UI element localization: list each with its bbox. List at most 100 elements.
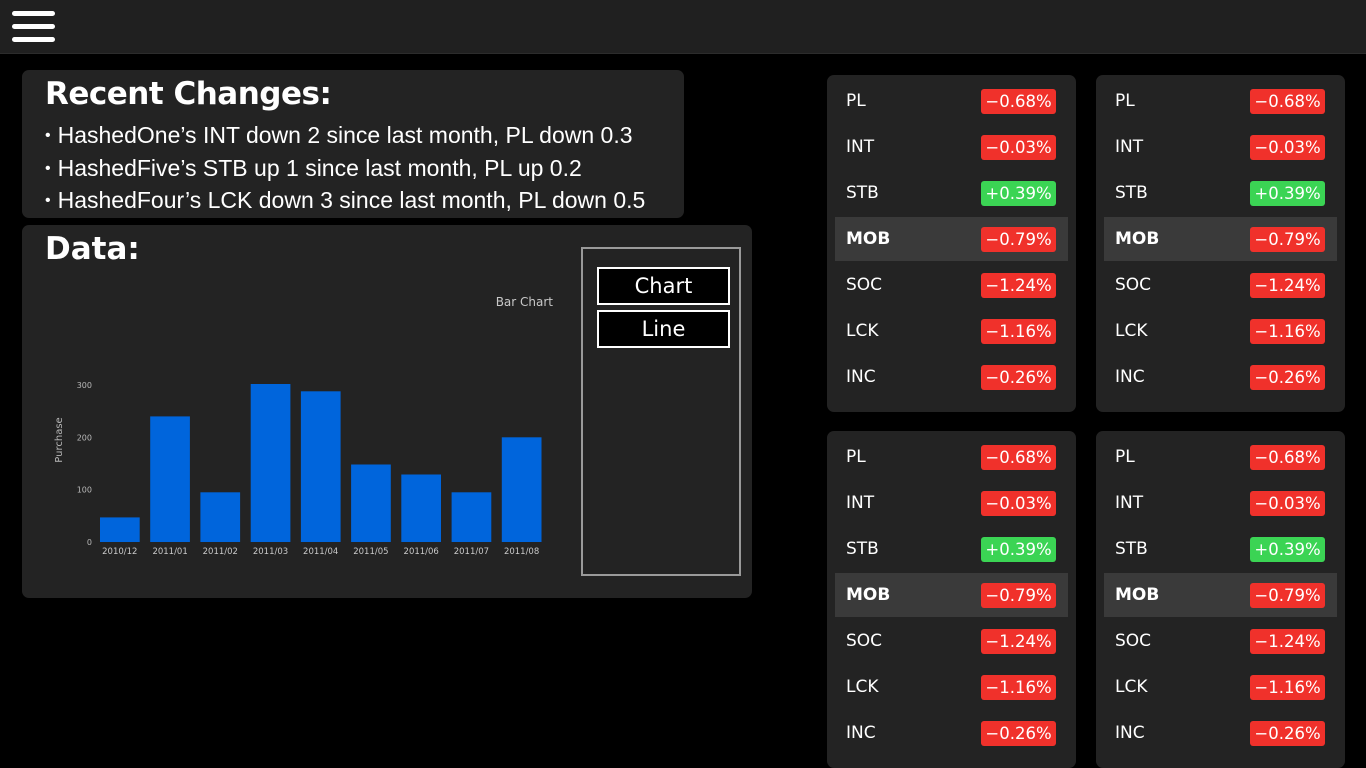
- change-badge: −0.03%: [1250, 135, 1325, 160]
- stat-label: SOC: [846, 275, 883, 295]
- change-badge: −0.68%: [1250, 445, 1325, 470]
- stat-label: STB: [846, 539, 879, 559]
- recent-change-item: HashedFive’s STB up 1 since last month, …: [45, 154, 645, 187]
- stat-row-inc[interactable]: INC −0.26%: [835, 355, 1068, 399]
- bar-2011-05: [351, 464, 391, 542]
- stat-label: INT: [1115, 493, 1144, 513]
- bar-2011-03: [250, 384, 291, 542]
- stat-card: PL −0.68% INT −0.03% STB +0.39% MOB −0.79% SOC −1…: [1096, 431, 1345, 768]
- stat-row-lck[interactable]: LCK −1.16%: [1104, 665, 1337, 709]
- stat-label: INC: [1115, 367, 1145, 387]
- recent-changes-list: HashedOne’s INT down 2 since last month,…: [45, 121, 646, 219]
- y-ticks-group: 0 100 200 300: [77, 381, 92, 547]
- stat-label: LCK: [1115, 677, 1148, 697]
- bar-chart: Bar Chart Purchase 0100200300 2010/12 201…: [54, 295, 554, 557]
- change-badge: −0.03%: [981, 135, 1056, 160]
- bar-2010-12: [100, 517, 140, 542]
- change-badge: −0.68%: [981, 89, 1056, 114]
- stat-row-stb[interactable]: STB +0.39%: [835, 527, 1068, 571]
- hamburger-menu-icon[interactable]: [12, 10, 55, 43]
- stat-label: SOC: [1115, 631, 1152, 651]
- change-badge: −1.16%: [981, 319, 1056, 344]
- chart-type-selector: Chart Line: [581, 247, 741, 576]
- stat-row-mob[interactable]: MOB −0.79%: [835, 217, 1068, 261]
- x-tick-label: 2011/05: [353, 547, 388, 557]
- stat-row-int[interactable]: INT −0.03%: [1104, 125, 1337, 169]
- stat-label: SOC: [1115, 275, 1152, 295]
- change-badge: −0.03%: [981, 491, 1056, 516]
- stat-row-soc[interactable]: SOC −1.24%: [835, 619, 1068, 663]
- change-badge: −1.24%: [981, 629, 1056, 654]
- bar-2011-07: [451, 492, 492, 542]
- x-tick-label: 2011/03: [253, 547, 288, 557]
- change-badge: −0.68%: [1250, 89, 1325, 114]
- stat-label: SOC: [846, 631, 883, 651]
- recent-changes-panel: Recent Changes: HashedOne’s INT down 2 s…: [22, 70, 684, 218]
- stat-label: PL: [846, 447, 866, 467]
- stat-row-lck[interactable]: LCK −1.16%: [835, 665, 1068, 709]
- x-tick-label: 2011/06: [404, 547, 439, 557]
- line-button[interactable]: Line: [597, 310, 730, 348]
- change-badge: −0.79%: [981, 583, 1056, 608]
- stat-row-lck[interactable]: LCK −1.16%: [835, 309, 1068, 353]
- chart-button[interactable]: Chart: [597, 267, 730, 305]
- stat-row-inc[interactable]: INC −0.26%: [835, 711, 1068, 755]
- change-badge: +0.39%: [1250, 181, 1325, 206]
- stat-row-soc[interactable]: SOC −1.24%: [835, 263, 1068, 307]
- stat-card: PL −0.68% INT −0.03% STB +0.39% MOB −0.79% SOC −1…: [1096, 75, 1345, 412]
- stat-label: STB: [1115, 183, 1148, 203]
- stat-row-pl[interactable]: PL −0.68%: [1104, 435, 1337, 479]
- y-tick-label: 0: [87, 538, 92, 547]
- stat-row-int[interactable]: INT −0.03%: [1104, 481, 1337, 525]
- stat-row-mob[interactable]: MOB −0.79%: [835, 573, 1068, 617]
- bars-group: [100, 384, 542, 542]
- stat-label: MOB: [1115, 229, 1160, 249]
- stat-label: LCK: [1115, 321, 1148, 341]
- hamburger-line: [12, 24, 55, 29]
- stat-row-pl[interactable]: PL −0.68%: [1104, 79, 1337, 123]
- x-tick-label: 2010/12: [102, 547, 137, 557]
- stat-row-inc[interactable]: INC −0.26%: [1104, 355, 1337, 399]
- stat-row-stb[interactable]: STB +0.39%: [835, 171, 1068, 215]
- chart-title: Bar Chart: [496, 295, 554, 309]
- stat-label: INC: [846, 367, 876, 387]
- stat-row-stb[interactable]: STB +0.39%: [1104, 527, 1337, 571]
- bar-2011-06: [401, 474, 441, 542]
- change-badge: −0.68%: [981, 445, 1056, 470]
- stat-label: STB: [1115, 539, 1148, 559]
- stat-row-soc[interactable]: SOC −1.24%: [1104, 619, 1337, 663]
- stat-row-pl[interactable]: PL −0.68%: [835, 79, 1068, 123]
- stat-row-stb[interactable]: STB +0.39%: [1104, 171, 1337, 215]
- stat-label: PL: [846, 91, 866, 111]
- stat-label: INT: [846, 137, 875, 157]
- stat-label: INC: [846, 723, 876, 743]
- change-badge: −0.79%: [981, 227, 1056, 252]
- change-badge: −0.26%: [1250, 721, 1325, 746]
- change-badge: −0.79%: [1250, 583, 1325, 608]
- change-badge: −0.26%: [981, 721, 1056, 746]
- data-panel: Data: Bar Chart Purchase 0 100 200 300 2010…: [22, 225, 752, 598]
- stat-row-inc[interactable]: INC −0.26%: [1104, 711, 1337, 755]
- y-tick-label: 200: [77, 433, 92, 442]
- stat-row-int[interactable]: INT −0.03%: [835, 125, 1068, 169]
- stat-row-int[interactable]: INT −0.03%: [835, 481, 1068, 525]
- change-badge: −1.16%: [1250, 675, 1325, 700]
- stat-label: MOB: [846, 585, 891, 605]
- stat-row-pl[interactable]: PL −0.68%: [835, 435, 1068, 479]
- x-tick-label: 2011/08: [504, 547, 539, 557]
- recent-changes-title: Recent Changes:: [45, 76, 332, 112]
- stat-card: PL −0.68% INT −0.03% STB +0.39% MOB −0.79% SOC −1…: [827, 431, 1076, 768]
- change-badge: −0.26%: [1250, 365, 1325, 390]
- stat-row-soc[interactable]: SOC −1.24%: [1104, 263, 1337, 307]
- bar-2011-02: [200, 492, 241, 542]
- bar-2011-04: [300, 391, 341, 542]
- stat-label: LCK: [846, 321, 879, 341]
- change-badge: −0.26%: [981, 365, 1056, 390]
- bar-2011-08: [501, 437, 542, 542]
- y-tick-label: 100: [77, 486, 92, 495]
- bar-2011-01: [150, 416, 190, 542]
- stat-row-mob[interactable]: MOB −0.79%: [1104, 217, 1337, 261]
- stat-row-lck[interactable]: LCK −1.16%: [1104, 309, 1337, 353]
- x-tick-label: 2011/07: [454, 547, 489, 557]
- stat-row-mob[interactable]: MOB −0.79%: [1104, 573, 1337, 617]
